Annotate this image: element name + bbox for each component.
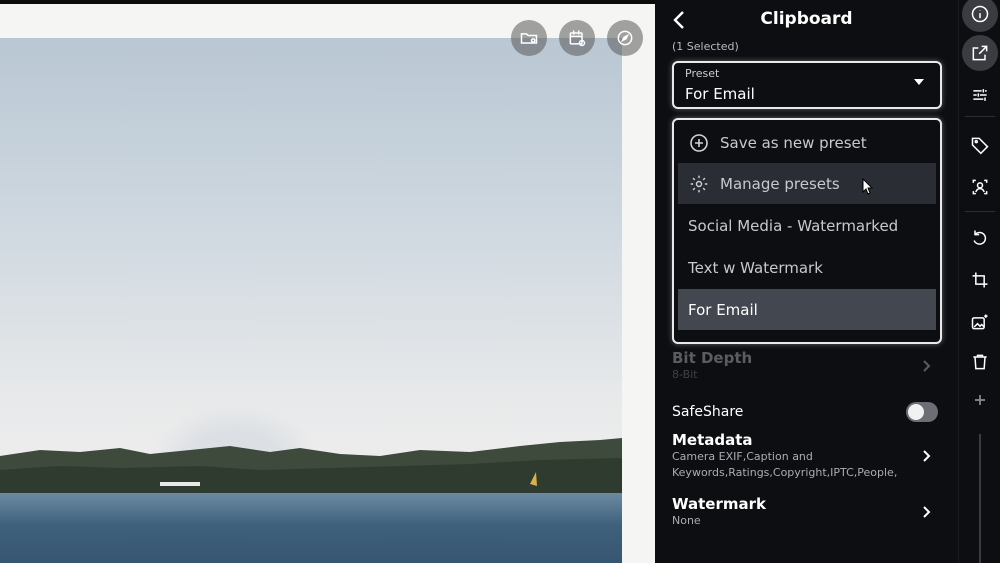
image-edit-button[interactable] [962,304,998,340]
photo-image [0,38,622,563]
person-tag-icon [972,179,988,195]
add-icon [975,395,985,405]
selected-count: (1 Selected) [672,40,739,53]
safeshare-label: SafeShare [672,404,744,420]
photo-overlay-toolbar [511,20,643,56]
folder-location-button[interactable] [511,20,547,56]
preset-option[interactable]: Text w Watermark [678,247,936,288]
preset-select[interactable]: Preset For Email [672,61,942,109]
manage-presets-label: Manage presets [720,174,840,193]
rotate-icon [973,230,987,245]
mouse-cursor-icon [862,177,874,200]
toggle-knob [908,404,924,420]
info-icon [971,5,989,23]
adjust-sliders-icon [973,89,987,101]
tag-button[interactable] [962,127,998,163]
save-new-preset-label: Save as new preset [720,133,867,152]
panel-title: Clipboard [760,9,853,29]
preset-dropdown-menu: Save as new preset Manage presets Social… [672,118,942,344]
add-button[interactable] [962,382,998,418]
water-area [0,493,622,563]
scrollbar[interactable] [979,434,981,563]
toolbar-divider [965,211,995,212]
safeshare-toggle[interactable] [906,402,938,422]
chevron-right-icon [923,360,931,372]
preset-option-label: For Email [688,300,758,319]
chevron-right-icon [923,450,931,462]
metadata-sub-line1: Camera EXIF,Caption and [672,450,813,463]
watermark-title: Watermark [672,495,766,513]
calendar-view-button[interactable] [559,20,595,56]
metadata-title: Metadata [672,431,753,449]
calendar-eye-icon [569,30,586,47]
compass-icon [617,30,633,46]
compass-button[interactable] [607,20,643,56]
preset-option-label: Social Media - Watermarked [688,216,899,235]
tag-icon [971,137,989,155]
watermark-value: None [672,514,701,527]
share-export-icon [972,45,988,61]
save-new-preset-item[interactable]: Save as new preset [678,122,936,163]
image-edit-icon [971,314,988,330]
crop-icon [972,272,988,288]
caret-down-icon [914,79,924,85]
chevron-right-icon [923,506,931,518]
clipboard-panel: Clipboard (1 Selected) Preset For Email … [655,0,958,563]
preset-option-label: Text w Watermark [688,258,823,277]
bit-depth-row[interactable]: Bit Depth 8-Bit [672,349,938,385]
metadata-sub-line2: Keywords,Ratings,Copyright,IPTC,People, [672,466,898,479]
info-button[interactable] [962,0,998,32]
bit-depth-value: 8-Bit [672,368,698,381]
plus-circle-icon [688,132,710,154]
gear-icon [688,173,710,195]
safeshare-row: SafeShare [672,402,938,424]
shoreline-hills [0,438,622,496]
delete-button[interactable] [962,344,998,380]
bit-depth-title: Bit Depth [672,349,753,367]
right-toolbar [958,0,1000,563]
preset-option-selected[interactable]: For Email [678,289,936,330]
share-export-button[interactable] [962,35,998,71]
watermark-row[interactable]: Watermark None [672,495,938,533]
people-tag-button[interactable] [962,169,998,205]
preset-value: For Email [685,85,755,103]
manage-presets-item[interactable]: Manage presets [678,163,936,204]
folder-location-icon [520,33,538,44]
adjust-button[interactable] [962,77,998,113]
preset-option[interactable]: Social Media - Watermarked [678,205,936,246]
toolbar-divider [965,116,995,117]
photo-viewer [0,4,655,563]
crop-button[interactable] [962,262,998,298]
metadata-row[interactable]: Metadata Camera EXIF,Caption and Keyword… [672,431,938,485]
rotate-button[interactable] [962,220,998,256]
preset-label: Preset [685,67,720,80]
trash-icon [973,354,987,370]
